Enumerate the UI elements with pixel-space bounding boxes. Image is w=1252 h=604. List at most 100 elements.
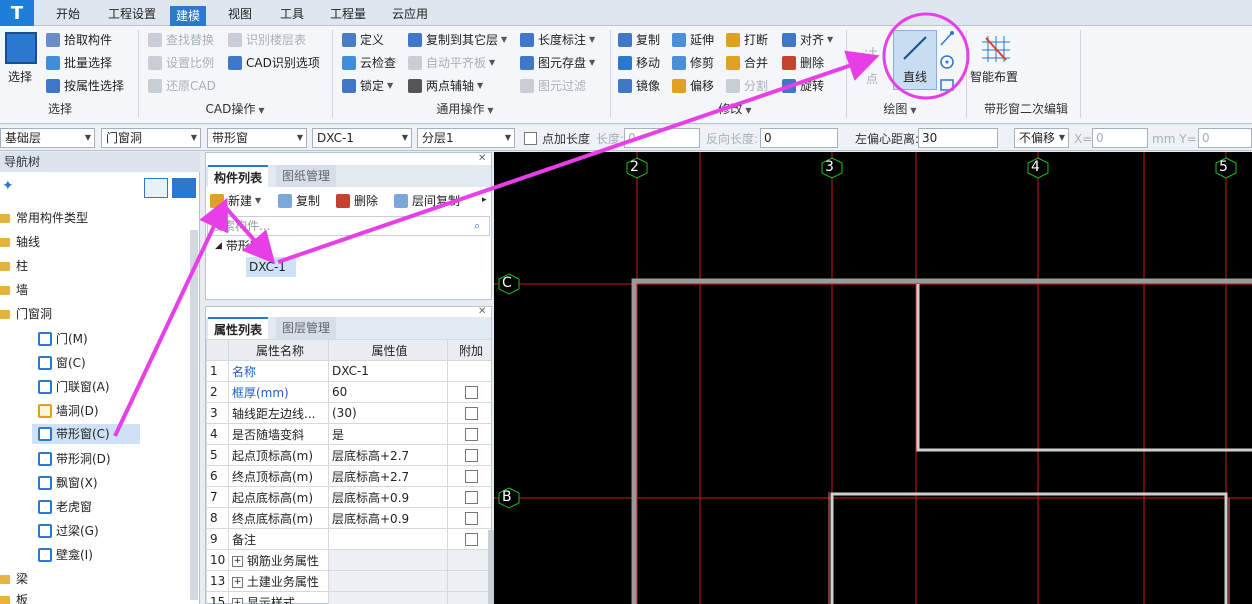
identify-floor-table-button[interactable]: 识别楼层表 [228,30,306,50]
floor-select[interactable]: 基础层 ▼ [0,128,95,148]
row-value[interactable]: DXC-1 [328,360,448,382]
tab-drawing-management[interactable]: 图纸管理 [276,165,337,187]
element-save-button[interactable]: 图元存盘 ▼ [520,53,595,73]
attach-checkbox[interactable] [464,533,478,546]
reverse-length-input[interactable]: 0 [760,128,838,148]
select-by-property-button[interactable]: 按属性选择 [46,76,124,96]
tree-strip-window[interactable]: ◢ 带形窗 [215,236,262,256]
table-row[interactable]: 9 备注 [206,528,491,550]
length-dimension-button[interactable]: 长度标注 ▼ [520,30,595,50]
table-row[interactable]: 7 起点底标高(m) 层底标高+0.9 [206,486,491,508]
nav-wall-opening[interactable]: 墙洞(D) [38,401,99,421]
break-button[interactable]: 打断 [726,30,768,50]
wall[interactable] [631,278,1252,604]
offset-button[interactable]: 偏移 [672,76,714,96]
menu-start[interactable]: 开始 [50,5,86,23]
length-input[interactable]: 0 [624,128,700,148]
nav-column[interactable]: 柱 [0,256,28,276]
two-point-axis-button[interactable]: 两点辅轴 ▼ [408,76,483,96]
drawing-canvas[interactable]: 2 3 4 5 C B [494,152,1252,604]
auto-align-slab-button[interactable]: 自动平齐板 ▼ [408,53,495,73]
batch-select-button[interactable]: 批量选择 [46,53,112,73]
element-filter-button[interactable]: 图元过滤 [520,76,586,96]
row-value[interactable]: 层底标高+2.7 [328,444,448,466]
nav-door-window[interactable]: 门窗洞 [0,304,52,324]
tab-layer-management[interactable]: 图层管理 [276,317,337,339]
attach-checkbox[interactable] [464,407,478,420]
row-value[interactable]: 60 [328,381,448,403]
wall[interactable] [830,492,1228,604]
copy-to-other-floor-button[interactable]: 复制到其它层 ▼ [408,30,507,50]
row-value[interactable]: 是 [328,423,448,445]
row-value[interactable]: 层底标高+2.7 [328,465,448,487]
more-icon[interactable]: ▸ [482,195,487,205]
rotate-button[interactable]: 旋转 [782,76,824,96]
mirror-button[interactable]: 镜像 [618,76,660,96]
copy-element-button[interactable]: 复制 [618,30,660,50]
table-row[interactable]: 3 轴线距左边线... (30) [206,402,491,424]
attach-checkbox[interactable] [464,386,478,399]
extend-button[interactable]: 延伸 [672,30,714,50]
nav-beam[interactable]: 梁 [0,569,28,589]
nav-dormer[interactable]: 老虎窗 [38,497,92,517]
table-row[interactable]: 13 + 土建业务属性 [206,570,491,592]
table-row[interactable]: 10 + 钢筋业务属性 [206,549,491,571]
move-button[interactable]: 移动 [618,53,660,73]
trim-button[interactable]: 修剪 [672,53,714,73]
row-value[interactable]: (30) [328,402,448,424]
attach-checkbox[interactable] [464,428,478,441]
nav-common-types[interactable]: 常用构件类型 [0,208,88,228]
nav-door[interactable]: 门(M) [38,329,88,349]
delete-component-button[interactable]: 删除 [336,191,378,211]
nav-window[interactable]: 窗(C) [38,353,86,373]
component-select[interactable]: DXC-1 ▼ [312,128,412,148]
rectangle-draw-icon[interactable] [938,76,956,94]
row-value[interactable]: 层底标高+0.9 [328,507,448,529]
expand-icon[interactable]: + [232,576,243,588]
wall[interactable] [916,284,1252,452]
x-input[interactable]: 0 [1092,128,1148,148]
attach-checkbox[interactable] [464,491,478,504]
nav-axis[interactable]: 轴线 [0,232,40,252]
nav-scrollbar[interactable] [190,230,198,600]
attach-checkbox[interactable] [464,512,478,525]
smart-layout-icon[interactable] [980,34,1012,64]
row-value[interactable] [328,528,448,550]
restore-cad-button[interactable]: 还原CAD [148,76,216,96]
point-draw-button[interactable]: 点 [866,70,878,87]
nav-lintel[interactable]: 过梁(G) [38,521,99,541]
type-select[interactable]: 带形窗 ▼ [207,128,307,148]
menu-quantity[interactable]: 工程量 [324,5,372,23]
menu-tools[interactable]: 工具 [274,5,310,23]
table-row[interactable]: 5 起点顶标高(m) 层底标高+2.7 [206,444,491,466]
circle-draw-icon[interactable] [938,53,956,71]
point-draw-icon[interactable]: ·+ [856,36,886,66]
table-row[interactable]: 8 终点底标高(m) 层底标高+0.9 [206,507,491,529]
set-scale-button[interactable]: 设置比例 [148,53,214,73]
nav-strip-opening[interactable]: 带形洞(D) [38,449,111,469]
find-replace-button[interactable]: 查找替换 [148,30,214,50]
table-row[interactable]: 1 名称 DXC-1 [206,360,491,382]
menu-project-settings[interactable]: 工程设置 [102,5,162,23]
offset-mode-select[interactable]: 不偏移 ▼ [1014,128,1069,148]
table-row[interactable]: 15 + 显示样式 [206,591,491,604]
close-icon[interactable]: ✕ [478,306,486,317]
table-row[interactable]: 4 是否随墙变斜是 [206,423,491,445]
nav-door-window-combo[interactable]: 门联窗(A) [38,377,110,397]
close-icon[interactable]: ✕ [478,153,486,164]
smart-layout-button[interactable]: 智能布置 [970,68,1018,85]
select-button[interactable]: 选择 [8,68,32,85]
line-draw-button[interactable]: 直线 [893,30,937,90]
table-row[interactable]: 2 框厚(mm) 60 [206,381,491,403]
merge-button[interactable]: 合并 [726,53,768,73]
cad-recognition-options-button[interactable]: CAD识别选项 [228,53,320,73]
align-button[interactable]: 对齐 ▼ [782,30,833,50]
delete-element-button[interactable]: 删除 [782,53,824,73]
arc-draw-icon[interactable] [938,30,956,48]
icon-view-icon[interactable] [172,178,196,198]
menu-modeling[interactable]: 建模 [170,6,207,26]
component-search-input[interactable]: 搜索构件... [207,216,490,236]
layer-select[interactable]: 分层1 ▼ [417,128,515,148]
lock-button[interactable]: 锁定 ▼ [342,76,393,96]
category-select[interactable]: 门窗洞 ▼ [101,128,201,148]
